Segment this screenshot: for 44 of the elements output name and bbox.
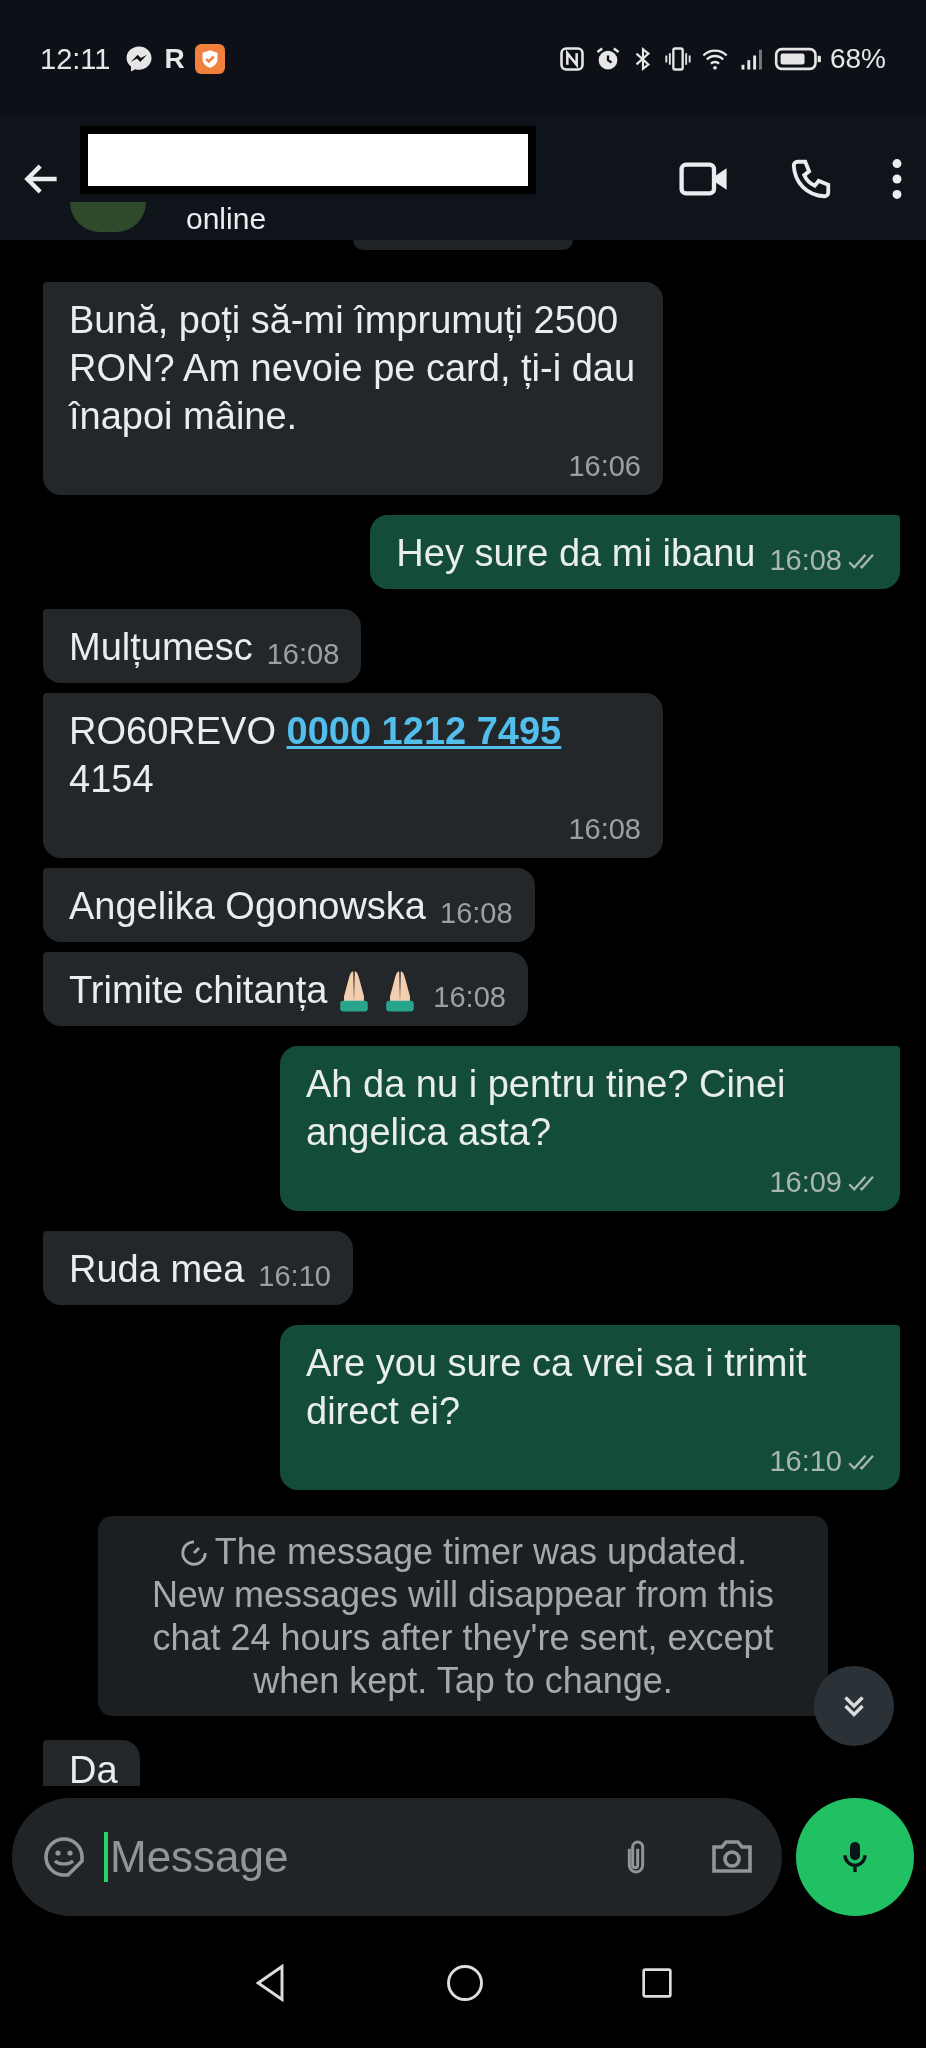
timer-icon [178,1538,209,1568]
incoming-message-bubble[interactable]: Da [43,1740,140,1786]
message-text: Hey sure da mi ibanu [396,531,756,576]
shield-app-icon [194,44,225,74]
message-time: 16:08 [433,981,506,1014]
message-text: Mulțumesc [69,625,253,670]
incoming-message-bubble[interactable]: Angelika Ogonowska 16:08 [43,868,535,942]
more-options-icon[interactable] [890,158,904,200]
message-text: Da [69,1748,118,1786]
message-time: 16:10 [769,1445,842,1478]
system-notice[interactable]: The message timer was updated. New messages will disappear from this chat 24 hours after they're sent, except when kept. Tap to change. [98,1516,828,1716]
message-time: 16:08 [769,544,842,577]
outgoing-message-bubble[interactable]: Are you sure ca vrei sa i trimit direct ei? 16:10 [280,1325,900,1490]
outgoing-message-bubble[interactable]: Hey sure da mi ibanu 16:08 [370,515,900,589]
battery-percentage: 68% [829,43,886,75]
message-text: Are you sure ca vrei sa i trimit direct ei? [306,1341,808,1434]
incoming-message-bubble[interactable]: Trimite chitanța 16:08 [43,952,528,1026]
incoming-message-bubble[interactable]: Ruda mea 16:10 [43,1231,353,1305]
message-time: 16:08 [266,638,340,671]
message-text: RO60REVO 0000 1212 7495 4154 [69,709,562,802]
battery-icon [773,45,822,73]
contact-status: online [186,202,267,236]
nfc-icon [557,45,586,73]
message-text: Bună, poți să-mi împrumuți 2500 RON? Am nevoie pe card, ți-i dau înapoi mâine. [69,298,637,439]
incoming-message-bubble[interactable]: Mulțumesc 16:08 [43,609,362,683]
message-text: Ruda mea [69,1247,245,1292]
message-time: 16:08 [568,813,641,846]
message-text: Angelika Ogonowska [69,884,426,929]
message-input[interactable]: Message [104,1832,600,1882]
incoming-message-bubble[interactable]: RO60REVO 0000 1212 7495 4154 16:08 [43,693,663,858]
outgoing-message-bubble[interactable]: Ah da nu i pentru tine? Cinei angelica asta? 16:09 [280,1046,900,1211]
message-text: Ah da nu i pentru tine? Cinei angelica asta? [306,1062,787,1155]
message-time: 16:06 [568,450,641,483]
message-input-field[interactable]: Message [12,1798,782,1916]
message-time: 16:08 [440,897,513,930]
number-link[interactable]: 0000 1212 7495 [286,710,562,752]
vibrate-icon [663,45,692,73]
status-time: 12:11 [40,42,111,76]
incoming-message-bubble[interactable]: Bună, poți să-mi împrumuți 2500 RON? Am nevoie pe card, ți-i dau înapoi mâine. 16:06 [43,282,663,495]
message-time: 16:09 [769,1166,842,1199]
message-text: Trimite chitanța [69,968,328,1013]
message-time: 16:10 [258,1260,331,1293]
timer-notice-text: The message timer was updated. New messages will disappear from this chat 24 hours after they're sent, except when kept. Tap to change. [150,1530,776,1702]
app-letter: R [164,43,185,75]
